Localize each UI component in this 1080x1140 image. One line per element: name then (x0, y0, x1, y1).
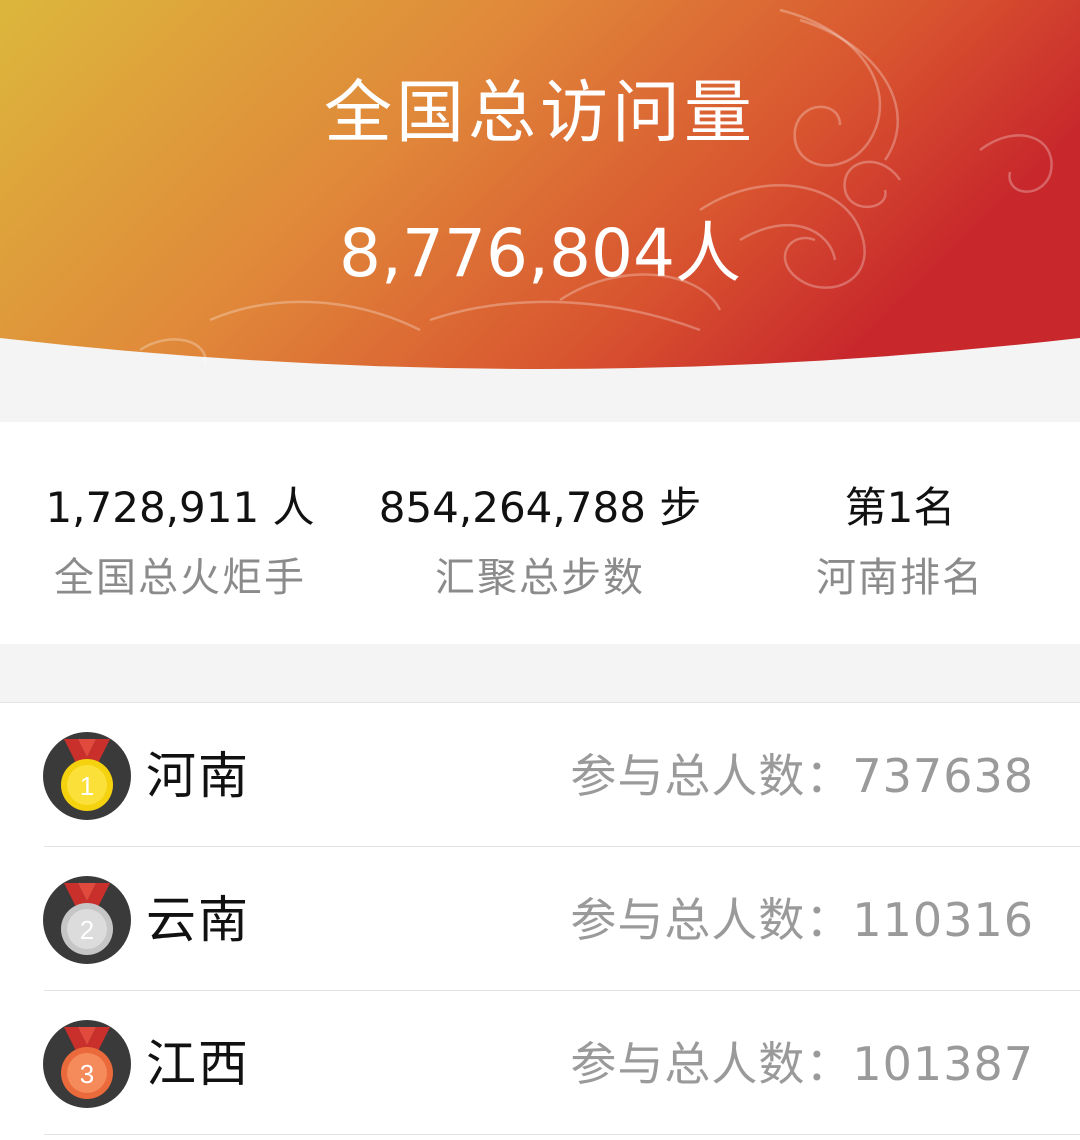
participant-count: 参与总人数：110316 (570, 887, 1034, 953)
count-label: 参与总人数： (570, 749, 853, 803)
page-title: 全国总访问量 (323, 74, 756, 153)
stat-label: 全国总火炬手 (54, 555, 306, 601)
medal-rank: 2 (80, 915, 94, 945)
province-name: 云南 (146, 891, 250, 949)
stat-value: 854,264,788 步 (378, 483, 702, 532)
bronze-medal-icon: 3 (43, 1020, 131, 1108)
count-value: 737638 (852, 749, 1034, 803)
count-value: 101387 (852, 1037, 1034, 1091)
stat-steps: 854,264,788 步 汇聚总步数 (360, 478, 720, 606)
list-item[interactable]: 1 河南 参与总人数：737638 (0, 703, 1080, 847)
banner-background (0, 0, 1080, 369)
gold-medal-icon: 1 (43, 732, 131, 820)
list-item[interactable]: 2 云南 参与总人数：110316 (0, 847, 1080, 991)
ranking-list: 1 河南 参与总人数：737638 2 云南 参与总人数：110316 3 江西 (0, 702, 1080, 1140)
stat-label: 河南排名 (816, 555, 984, 601)
stat-torchbearers: 1,728,911 人 全国总火炬手 (0, 478, 360, 606)
count-value: 110316 (852, 893, 1034, 947)
divider (44, 1134, 1080, 1135)
count-label: 参与总人数： (570, 1037, 853, 1091)
province-name: 江西 (146, 1035, 250, 1093)
stat-rank: 第1名 河南排名 (720, 478, 1080, 606)
total-visits-value: 8,776,804人 (339, 215, 741, 292)
participant-count: 参与总人数：737638 (570, 743, 1034, 809)
count-label: 参与总人数： (570, 893, 853, 947)
medal-rank: 1 (80, 771, 94, 801)
province-name: 河南 (146, 747, 250, 805)
stat-label: 汇聚总步数 (435, 555, 645, 601)
participant-count: 参与总人数：101387 (570, 1031, 1034, 1097)
medal-rank: 3 (80, 1059, 94, 1089)
silver-medal-icon: 2 (43, 876, 131, 964)
stat-value: 第1名 (844, 483, 956, 532)
stat-value: 1,728,911 人 (45, 483, 315, 532)
stats-panel: 1,728,911 人 全国总火炬手 854,264,788 步 汇聚总步数 第… (0, 422, 1080, 644)
list-item[interactable]: 3 江西 参与总人数：101387 (0, 991, 1080, 1135)
header-banner: 全国总访问量 8,776,804人 (0, 0, 1080, 420)
